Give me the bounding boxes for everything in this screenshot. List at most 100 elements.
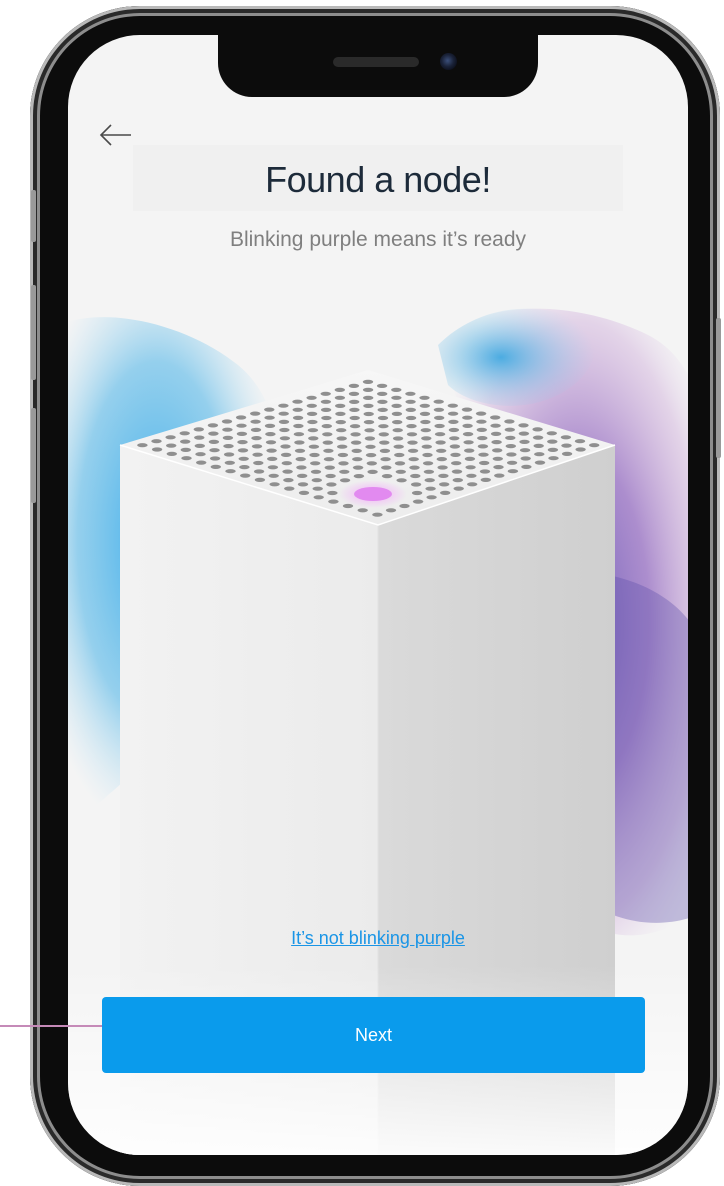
- vent-hole: [254, 477, 266, 482]
- vent-hole: [440, 490, 451, 495]
- vent-hole: [490, 431, 502, 436]
- vent-hole: [310, 469, 322, 474]
- vent-hole: [377, 391, 388, 396]
- vent-hole: [385, 508, 397, 513]
- vent-hole: [251, 436, 262, 441]
- vent-hole: [365, 444, 376, 449]
- vent-hole: [419, 411, 431, 416]
- vent-hole: [323, 457, 335, 462]
- vent-hole: [306, 403, 317, 408]
- vent-hole: [519, 439, 530, 444]
- vent-hole: [283, 478, 294, 483]
- vent-hole: [494, 473, 505, 478]
- vent-hole: [320, 399, 332, 404]
- vent-hole: [419, 395, 430, 400]
- vent-hole: [280, 452, 292, 457]
- vent-hole: [335, 411, 346, 416]
- vent-hole: [207, 423, 219, 428]
- vent-hole: [312, 486, 323, 491]
- vent-hole: [464, 456, 476, 461]
- page-subtitle: Blinking purple means it’s ready: [229, 228, 527, 251]
- vent-hole: [409, 465, 420, 470]
- vent-hole: [297, 482, 309, 487]
- vent-hole: [476, 419, 487, 424]
- vent-hole: [463, 440, 474, 445]
- not-blinking-help-link[interactable]: It’s not blinking purple: [68, 928, 688, 949]
- vent-hole: [478, 452, 489, 457]
- vent-hole: [407, 448, 419, 453]
- vent-hole: [324, 465, 335, 470]
- vent-hole: [307, 428, 319, 433]
- vent-hole: [434, 432, 446, 437]
- vent-hole: [521, 464, 532, 469]
- vent-hole: [278, 419, 290, 424]
- vent-hole: [306, 411, 318, 416]
- vent-hole: [467, 482, 478, 487]
- vent-hole: [392, 428, 403, 433]
- vent-hole: [547, 447, 559, 452]
- vent-hole: [377, 407, 388, 412]
- vent-hole: [180, 447, 191, 452]
- vent-hole: [363, 395, 374, 400]
- vent-hole: [325, 473, 336, 479]
- vent-hole: [434, 423, 445, 429]
- vent-hole: [338, 461, 349, 466]
- vent-hole: [405, 407, 416, 412]
- vent-hole: [349, 407, 360, 412]
- vent-hole: [309, 452, 320, 458]
- vent-hole: [193, 427, 204, 432]
- vent-hole: [210, 464, 221, 469]
- vent-hole: [561, 451, 573, 456]
- phone-power-button: [716, 318, 721, 458]
- vent-hole: [267, 465, 279, 470]
- vent-hole: [378, 432, 389, 437]
- vent-hole: [363, 420, 375, 425]
- vent-hole: [292, 407, 303, 412]
- vent-hole: [547, 439, 558, 444]
- phone-screen: Found a node! Blinking purple means it’s…: [68, 35, 688, 1155]
- vent-hole: [357, 508, 368, 513]
- vent-hole: [378, 424, 389, 429]
- vent-hole: [337, 452, 349, 458]
- vent-hole: [165, 435, 176, 440]
- next-button[interactable]: Next: [102, 997, 645, 1073]
- vent-hole: [239, 465, 250, 470]
- vent-hole: [422, 452, 433, 458]
- vent-hole: [424, 478, 435, 483]
- vent-hole: [237, 448, 249, 453]
- vent-hole: [310, 461, 321, 466]
- vent-hole: [352, 457, 363, 462]
- vent-hole: [278, 403, 289, 408]
- vent-hole: [447, 403, 458, 408]
- vent-hole: [351, 448, 362, 453]
- vent-hole: [393, 444, 404, 449]
- vent-hole: [392, 436, 404, 441]
- vent-hole: [419, 403, 430, 408]
- back-arrow-icon[interactable]: [96, 120, 136, 150]
- vent-hole: [480, 477, 491, 482]
- vent-hole: [464, 448, 475, 453]
- vent-hole: [379, 440, 390, 445]
- vent-hole: [265, 440, 277, 445]
- vent-hole: [450, 452, 461, 457]
- earpiece-speaker: [333, 57, 419, 67]
- vent-hole: [396, 478, 407, 483]
- vent-hole: [166, 451, 177, 456]
- vent-hole: [166, 443, 177, 448]
- vent-hole: [321, 424, 332, 429]
- vent-hole: [477, 436, 488, 441]
- vent-hole: [362, 387, 374, 392]
- vent-hole: [575, 447, 586, 452]
- phone-volume-down-button: [31, 408, 36, 503]
- vent-hole: [194, 443, 205, 448]
- vent-hole: [322, 440, 333, 445]
- vent-hole: [281, 461, 292, 466]
- vent-hole: [405, 399, 416, 404]
- vent-hole: [251, 444, 263, 449]
- vent-hole: [235, 415, 247, 420]
- vent-hole: [282, 469, 293, 474]
- vent-hole: [308, 436, 319, 441]
- vent-hole: [151, 439, 162, 444]
- vent-hole: [335, 420, 346, 425]
- vent-hole: [320, 391, 331, 396]
